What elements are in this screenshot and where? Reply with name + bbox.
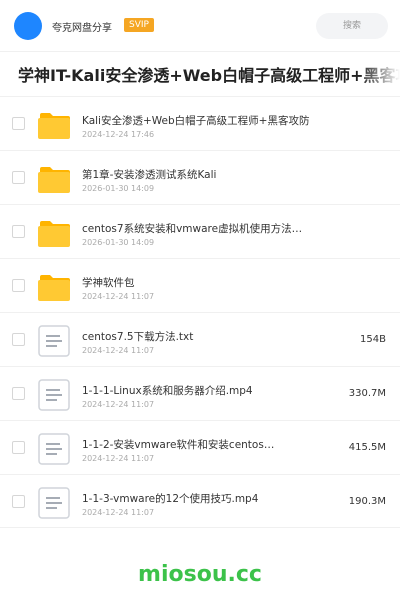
file-name[interactable]: 1-1-3-vmware的12个使用技巧.mp4 [82,491,312,506]
file-date: 2024-12-24 17:46 [82,130,155,139]
search-button[interactable]: 搜索 [316,13,388,39]
file-name[interactable]: 第1章-安装渗透测试系统Kali [82,167,312,182]
file-size: 415.5M [348,442,386,453]
file-date: 2026-01-30 14:09 [82,184,155,193]
file-row[interactable]: 1-1-3-vmware的12个使用技巧.mp4 2024-12-24 11:07… [0,474,400,528]
avatar[interactable] [14,12,42,40]
file-row[interactable]: centos7系统安装和vmware虚拟机使用方法… 2026-01-30 14:… [0,204,400,258]
document-icon [38,487,70,519]
file-row[interactable]: 1-1-1-Linux系统和服务器介绍.mp4 2024-12-24 11:07 3… [0,366,400,420]
row-checkbox[interactable] [12,441,25,454]
file-row[interactable]: Kali安全渗透+Web白帽子高级工程师+黑客攻防 2024-12-24 17:4… [0,96,400,150]
row-checkbox[interactable] [12,117,25,130]
row-checkbox[interactable] [12,225,25,238]
file-date: 2024-12-24 11:07 [82,454,155,463]
row-checkbox[interactable] [12,279,25,292]
search-label: 搜索 [342,21,361,31]
document-icon [38,325,70,357]
row-checkbox[interactable] [12,333,25,346]
app-header: 夸克网盘分享 SVIP 搜索 [0,0,400,52]
row-checkbox[interactable] [12,387,25,400]
vip-badge: SVIP [124,18,154,32]
file-size: 330.7M [348,388,386,399]
file-row[interactable]: centos7.5下载方法.txt 2024-12-24 11:07 154B [0,312,400,366]
file-date: 2024-12-24 11:07 [82,292,155,301]
file-name[interactable]: centos7.5下载方法.txt [82,329,312,344]
brand-name: 夸克网盘分享 [52,23,112,34]
file-size: 190.3M [348,496,386,507]
file-date: 2024-12-24 11:07 [82,400,155,409]
folder-icon [38,217,70,247]
file-size: 154B [360,334,386,345]
folder-icon [38,109,70,139]
file-list: Kali安全渗透+Web白帽子高级工程师+黑客攻防 2024-12-24 17:4… [0,96,400,528]
file-row[interactable]: 1-1-2-安装vmware软件和安装centos… 2024-12-24 11:… [0,420,400,474]
page-title: 学神IT-Kali安全渗透+Web白帽子高级工程师+黑客攻防 [0,56,400,96]
document-icon [38,433,70,465]
file-row[interactable]: 第1章-安装渗透测试系统Kali 2026-01-30 14:09 [0,150,400,204]
row-checkbox[interactable] [12,495,25,508]
file-name[interactable]: 1-1-1-Linux系统和服务器介绍.mp4 [82,383,312,398]
folder-icon [38,271,70,301]
file-name[interactable]: centos7系统安装和vmware虚拟机使用方法… [82,221,312,236]
folder-icon [38,163,70,193]
file-date: 2026-01-30 14:09 [82,238,155,247]
file-date: 2024-12-24 11:07 [82,346,155,355]
file-row[interactable]: 学神软件包 2024-12-24 11:07 [0,258,400,312]
document-icon [38,379,70,411]
file-name[interactable]: Kali安全渗透+Web白帽子高级工程师+黑客攻防 [82,113,312,128]
row-checkbox[interactable] [12,171,25,184]
file-date: 2024-12-24 11:07 [82,508,155,517]
watermark-text: miosou.cc [138,562,262,587]
file-name[interactable]: 1-1-2-安装vmware软件和安装centos… [82,437,312,452]
file-name[interactable]: 学神软件包 [82,275,312,290]
